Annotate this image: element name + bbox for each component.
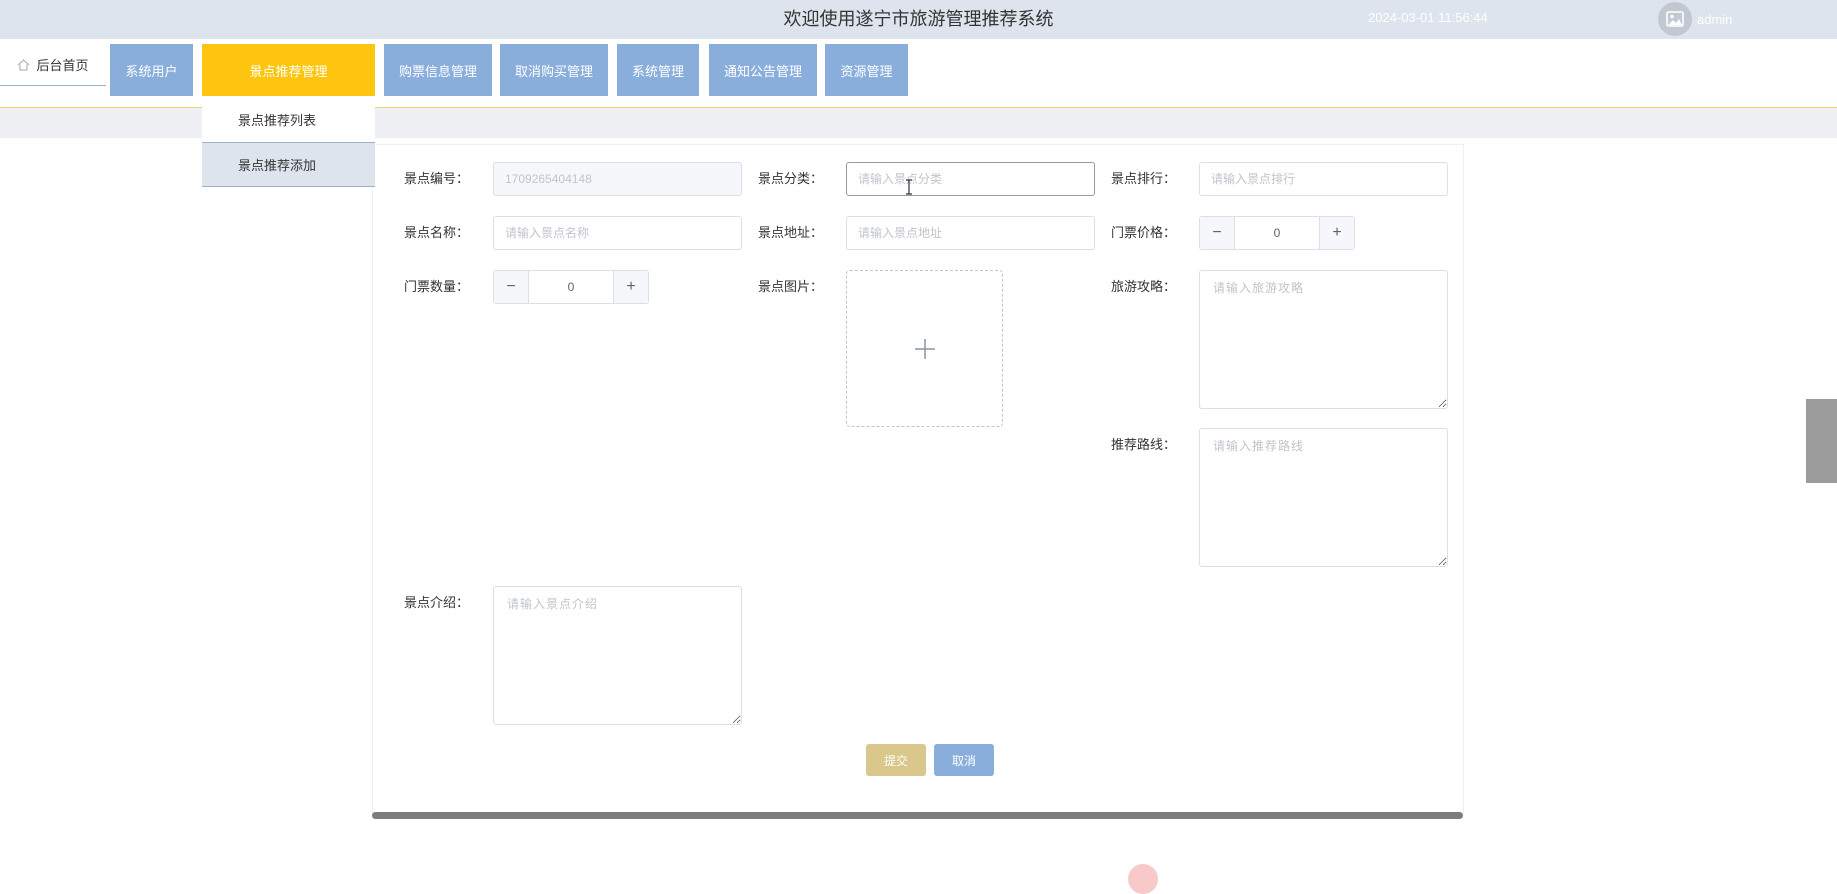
image-label: 景点图片： bbox=[758, 279, 824, 294]
cancel-button[interactable]: 取消 bbox=[934, 744, 994, 776]
nav-label: 购票信息管理 bbox=[398, 63, 477, 79]
nav-label: 系统用户 bbox=[125, 63, 178, 79]
nav-system-users[interactable]: 系统用户 bbox=[110, 44, 193, 96]
quantity-label: 门票数量： bbox=[404, 279, 470, 294]
submenu-label: 景点推荐列表 bbox=[238, 113, 317, 128]
datetime-display: 2024-03-01 11:56:44 bbox=[1368, 10, 1488, 25]
nav-notice-management[interactable]: 通知公告管理 bbox=[709, 44, 817, 96]
username-label[interactable]: admin bbox=[1697, 12, 1732, 27]
quantity-increment-button[interactable]: + bbox=[613, 271, 648, 303]
name-label: 景点名称： bbox=[404, 225, 470, 240]
price-decrement-button[interactable]: − bbox=[1200, 217, 1235, 249]
price-value[interactable]: 0 bbox=[1235, 217, 1319, 249]
nav-home[interactable]: 后台首页 bbox=[0, 44, 106, 86]
nav-label: 取消购买管理 bbox=[514, 63, 593, 79]
guide-textarea[interactable] bbox=[1199, 270, 1448, 409]
side-scroll-tab[interactable] bbox=[1806, 399, 1837, 483]
route-label: 推荐路线： bbox=[1111, 437, 1177, 452]
rank-input[interactable] bbox=[1199, 162, 1448, 196]
price-increment-button[interactable]: + bbox=[1319, 217, 1354, 249]
code-label: 景点编号： bbox=[404, 171, 470, 186]
nav-ticket-info[interactable]: 购票信息管理 bbox=[384, 44, 492, 96]
category-label: 景点分类： bbox=[758, 171, 824, 186]
horizontal-scrollbar[interactable] bbox=[372, 812, 1463, 819]
nav-label: 系统管理 bbox=[631, 63, 684, 79]
plus-icon bbox=[914, 338, 935, 359]
top-header: 欢迎使用遂宁市旅游管理推荐系统 2024-03-01 11:56:44 admi… bbox=[0, 0, 1837, 39]
system-title: 欢迎使用遂宁市旅游管理推荐系统 bbox=[783, 9, 1054, 29]
floating-decoration bbox=[1128, 864, 1158, 894]
submit-button[interactable]: 提交 bbox=[866, 744, 926, 776]
submenu-dropdown: 景点推荐列表 景点推荐添加 bbox=[202, 97, 375, 187]
nav-system-management[interactable]: 系统管理 bbox=[617, 44, 699, 96]
nav-label: 通知公告管理 bbox=[723, 63, 802, 79]
submenu-item-attraction-list[interactable]: 景点推荐列表 bbox=[202, 97, 375, 142]
nav-attraction-management[interactable]: 景点推荐管理 bbox=[202, 44, 375, 96]
address-input[interactable] bbox=[846, 216, 1095, 250]
category-input[interactable] bbox=[846, 162, 1095, 196]
text-cursor-icon bbox=[906, 179, 912, 195]
quantity-decrement-button[interactable]: − bbox=[494, 271, 529, 303]
address-label: 景点地址： bbox=[758, 225, 824, 240]
nav-home-label: 后台首页 bbox=[36, 58, 89, 73]
price-label: 门票价格： bbox=[1111, 225, 1177, 240]
intro-label: 景点介绍： bbox=[404, 595, 470, 610]
submenu-item-attraction-add[interactable]: 景点推荐添加 bbox=[202, 142, 375, 187]
name-input[interactable] bbox=[493, 216, 742, 250]
image-uploader[interactable] bbox=[846, 270, 1003, 427]
nav-label: 资源管理 bbox=[840, 63, 893, 79]
route-textarea[interactable] bbox=[1199, 428, 1448, 567]
nav-cancel-purchase[interactable]: 取消购买管理 bbox=[500, 44, 608, 96]
home-icon bbox=[18, 58, 30, 71]
nav-resource-management[interactable]: 资源管理 bbox=[825, 44, 908, 96]
guide-label: 旅游攻略： bbox=[1111, 279, 1177, 294]
quantity-value[interactable]: 0 bbox=[529, 271, 613, 303]
price-stepper: − 0 + bbox=[1199, 216, 1355, 250]
rank-label: 景点排行： bbox=[1111, 171, 1177, 186]
nav-label: 景点推荐管理 bbox=[249, 63, 328, 79]
code-input bbox=[493, 162, 742, 196]
avatar[interactable] bbox=[1658, 2, 1692, 36]
intro-textarea[interactable] bbox=[493, 586, 742, 725]
image-icon bbox=[1666, 11, 1684, 27]
submenu-label: 景点推荐添加 bbox=[238, 158, 317, 173]
quantity-stepper: − 0 + bbox=[493, 270, 649, 304]
